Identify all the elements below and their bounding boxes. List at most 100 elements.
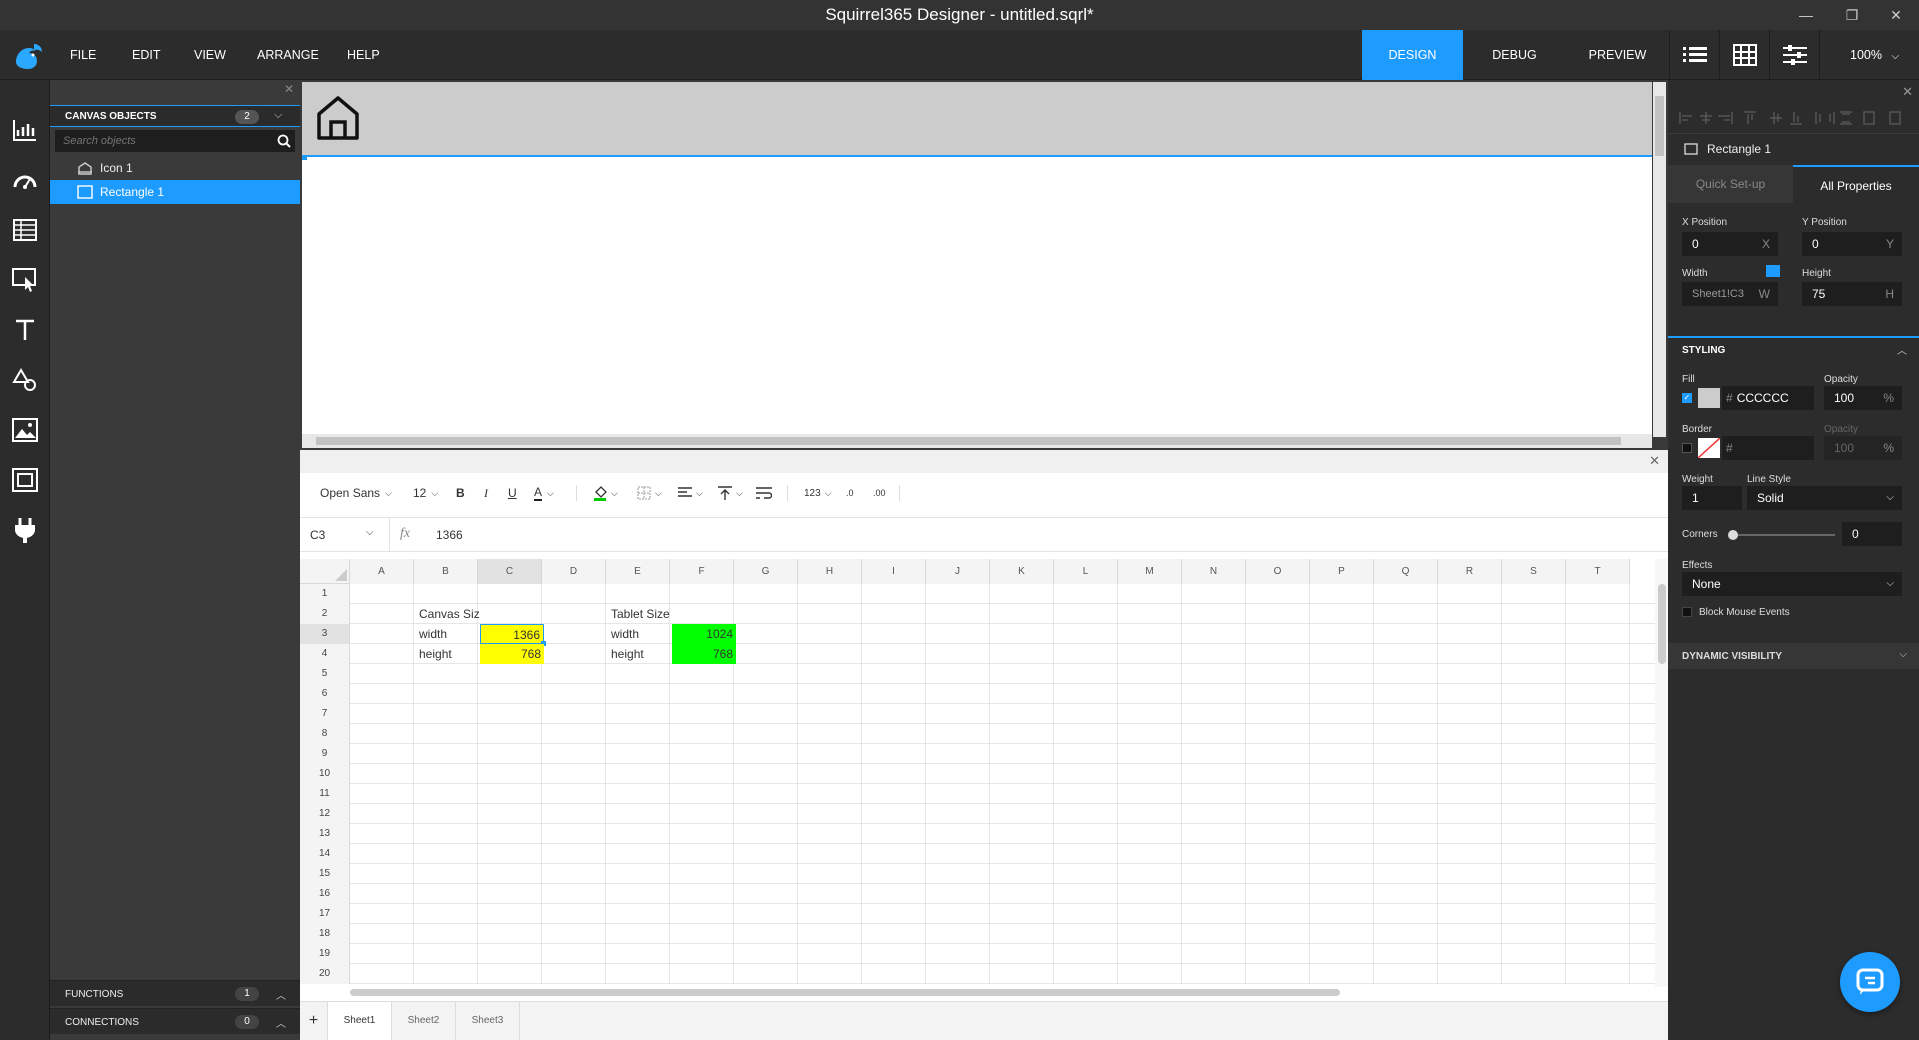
- scrollbar-thumb[interactable]: [350, 989, 1340, 996]
- close-window-button[interactable]: ✕: [1873, 0, 1919, 30]
- column-header[interactable]: M: [1118, 559, 1182, 584]
- column-header[interactable]: H: [798, 559, 862, 584]
- menu-view[interactable]: VIEW: [194, 30, 226, 80]
- cell-C3[interactable]: 1366: [480, 624, 544, 644]
- search-objects-field[interactable]: [55, 130, 295, 152]
- chevron-down-icon[interactable]: ⌵: [274, 109, 282, 122]
- border-opacity-input[interactable]: 100%: [1824, 436, 1902, 460]
- gauges-icon[interactable]: [0, 160, 50, 200]
- decrease-decimals-icon[interactable]: .00: [873, 473, 886, 513]
- restore-button[interactable]: ❐: [1829, 0, 1875, 30]
- chat-support-button[interactable]: [1840, 952, 1900, 1012]
- row-header[interactable]: 10: [300, 764, 350, 784]
- font-color-button[interactable]: A ⌵: [534, 473, 554, 513]
- italic-button[interactable]: I: [484, 473, 488, 513]
- cell-B3[interactable]: width: [416, 624, 480, 644]
- column-header[interactable]: R: [1438, 559, 1502, 584]
- column-header[interactable]: A: [350, 559, 414, 584]
- squirrel-logo-icon[interactable]: [12, 40, 46, 70]
- object-item-icon1[interactable]: Icon 1: [50, 156, 300, 180]
- width-input[interactable]: Sheet1!C3 W: [1682, 282, 1778, 306]
- column-header[interactable]: O: [1246, 559, 1310, 584]
- column-header[interactable]: B: [414, 559, 478, 584]
- search-icon[interactable]: [277, 134, 291, 148]
- row-header[interactable]: 4: [300, 644, 350, 664]
- row-header[interactable]: 7: [300, 704, 350, 724]
- column-header[interactable]: E: [606, 559, 670, 584]
- grid-vertical-scrollbar[interactable]: [1655, 559, 1668, 987]
- cell-E2[interactable]: Tablet Size: [608, 604, 672, 624]
- tables-icon[interactable]: [0, 210, 50, 250]
- close-properties-icon[interactable]: ✕: [1902, 84, 1913, 100]
- block-mouse-checkbox[interactable]: [1682, 607, 1692, 617]
- tab-all-properties[interactable]: All Properties: [1793, 165, 1919, 203]
- row-header[interactable]: 1: [300, 584, 350, 604]
- canvas-horizontal-scrollbar[interactable]: [302, 434, 1652, 448]
- row-header[interactable]: 6: [300, 684, 350, 704]
- design-mode-button[interactable]: DESIGN: [1362, 30, 1463, 80]
- column-header[interactable]: P: [1310, 559, 1374, 584]
- fill-color-button[interactable]: ⌵: [593, 473, 618, 513]
- scrollbar-thumb[interactable]: [1658, 584, 1666, 664]
- valign-button[interactable]: ⌵: [718, 473, 743, 513]
- scrollbar-thumb[interactable]: [316, 437, 1621, 445]
- link-cell-icon[interactable]: [1766, 265, 1780, 277]
- grid-view-icon[interactable]: [1719, 30, 1769, 80]
- plugin-icon[interactable]: [0, 510, 50, 550]
- opacity-input[interactable]: 100%: [1824, 386, 1902, 410]
- bold-button[interactable]: B: [456, 473, 465, 513]
- home-icon[interactable]: [316, 95, 360, 141]
- row-header[interactable]: 3: [300, 624, 350, 644]
- spreadsheet-grid[interactable]: ABCDEFGHIJKLMNOPQRST 1 2 3 4 5 6 7 8 9 10 11 12 13 14…: [300, 559, 1668, 987]
- cell-reference-box[interactable]: C3 ⌵: [300, 518, 390, 552]
- row-header[interactable]: 13: [300, 824, 350, 844]
- debug-mode-button[interactable]: DEBUG: [1463, 30, 1566, 80]
- column-header[interactable]: J: [926, 559, 990, 584]
- border-checkbox[interactable]: [1682, 443, 1692, 453]
- shapes-icon[interactable]: [0, 360, 50, 400]
- zoom-dropdown[interactable]: 100% ⌵: [1819, 30, 1919, 80]
- add-sheet-button[interactable]: +: [300, 1002, 328, 1040]
- border-color-swatch[interactable]: [1698, 438, 1720, 458]
- close-panel-icon[interactable]: ✕: [284, 82, 294, 96]
- x-position-input[interactable]: 0X: [1682, 232, 1778, 256]
- row-header[interactable]: 15: [300, 864, 350, 884]
- chevron-up-icon[interactable]: ︿: [276, 1015, 286, 1030]
- number-format-dropdown[interactable]: 123 ⌵: [804, 473, 832, 513]
- column-header[interactable]: Q: [1374, 559, 1438, 584]
- object-item-rectangle1[interactable]: Rectangle 1: [50, 180, 300, 204]
- column-header[interactable]: T: [1566, 559, 1630, 584]
- row-header[interactable]: 16: [300, 884, 350, 904]
- row-header[interactable]: 5: [300, 664, 350, 684]
- close-sheet-icon[interactable]: ✕: [1649, 453, 1660, 469]
- row-header[interactable]: 18: [300, 924, 350, 944]
- underline-button[interactable]: U: [508, 473, 517, 513]
- corners-slider[interactable]: [1730, 534, 1835, 536]
- chevron-up-icon[interactable]: ︿: [276, 987, 286, 1002]
- row-header[interactable]: 9: [300, 744, 350, 764]
- font-size-dropdown[interactable]: 12 ⌵: [413, 473, 438, 513]
- column-header[interactable]: G: [734, 559, 798, 584]
- row-header[interactable]: 20: [300, 964, 350, 984]
- weight-input[interactable]: 1: [1682, 486, 1742, 510]
- canvas-vertical-scrollbar[interactable]: [1653, 82, 1666, 437]
- fill-checkbox[interactable]: ✓: [1682, 393, 1692, 403]
- column-header[interactable]: S: [1502, 559, 1566, 584]
- row-header[interactable]: 8: [300, 724, 350, 744]
- fill-color-swatch[interactable]: [1698, 388, 1720, 408]
- functions-header[interactable]: FUNCTIONS 1 ︿: [50, 980, 300, 1006]
- cell-B2[interactable]: Canvas Size: [416, 604, 480, 624]
- column-header[interactable]: L: [1054, 559, 1118, 584]
- alignment-icons[interactable]: [1678, 110, 1913, 126]
- formula-input[interactable]: 1366: [436, 528, 463, 542]
- row-header[interactable]: 17: [300, 904, 350, 924]
- column-header[interactable]: I: [862, 559, 926, 584]
- column-header[interactable]: C: [478, 559, 542, 584]
- preview-mode-button[interactable]: PREVIEW: [1566, 30, 1669, 80]
- corners-input[interactable]: 0: [1842, 522, 1902, 546]
- menu-arrange[interactable]: ARRANGE: [257, 30, 319, 80]
- row-header[interactable]: 12: [300, 804, 350, 824]
- tab-sheet2[interactable]: Sheet2: [392, 1002, 456, 1040]
- grid-horizontal-scrollbar[interactable]: [350, 987, 1655, 997]
- text-icon[interactable]: [0, 310, 50, 350]
